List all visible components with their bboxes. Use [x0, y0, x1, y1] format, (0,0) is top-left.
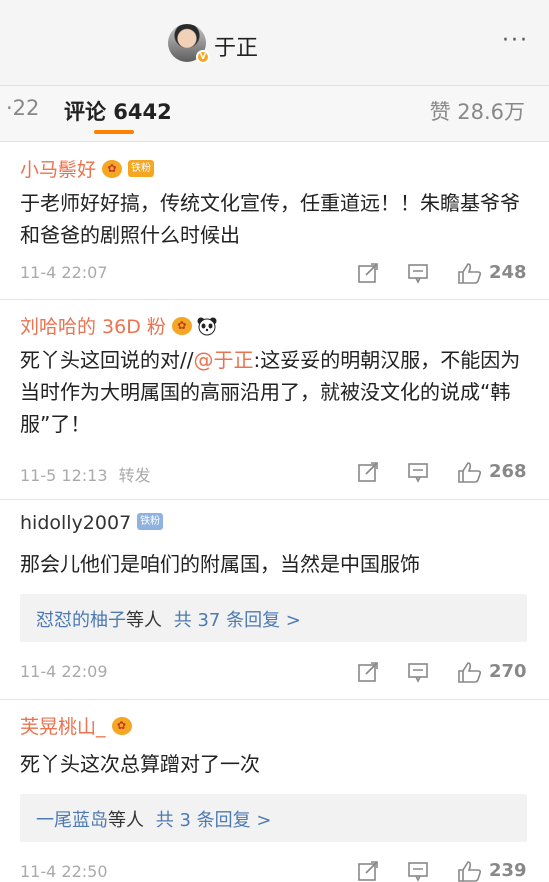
comment-icon[interactable]: [407, 262, 429, 284]
reply-user[interactable]: 一尾蓝岛: [36, 810, 108, 831]
weibo-comment-screen: V 于正 ··· ·22 评论 6442 赞 28.6万 小马鬃好 ✿ 铁粉 于老师…: [0, 0, 549, 882]
like-icon[interactable]: [457, 860, 483, 882]
comment-actions: 239: [357, 860, 527, 882]
reply-user[interactable]: 怼怼的柚子: [36, 610, 126, 631]
comment-text: 那会儿他们是咱们的附属国，当然是中国服饰: [20, 552, 420, 576]
reply-preview-text: 怼怼的柚子等人 共 37 条回复 >: [36, 606, 301, 632]
like-icon[interactable]: [457, 661, 483, 683]
vip-badge-icon: ✿: [102, 159, 123, 178]
reply-preview[interactable]: 怼怼的柚子等人 共 37 条回复 >: [20, 594, 527, 642]
tab-likes[interactable]: 赞 28.6万: [430, 96, 525, 126]
comment-actions: 248: [357, 262, 527, 288]
like-count: 268: [489, 461, 527, 482]
reply-preview[interactable]: 一尾蓝岛等人 共 3 条回复 >: [20, 794, 527, 842]
user-name[interactable]: 于正: [214, 30, 258, 62]
reply-mid: 等人: [108, 810, 144, 831]
comment-author[interactable]: hidolly2007 铁粉: [20, 512, 164, 534]
reply-mid: 等人: [126, 610, 162, 631]
comment-icon[interactable]: [407, 860, 429, 882]
comment-item: hidolly2007 铁粉 那会儿他们是咱们的附属国，当然是中国服饰 怼怼的柚子…: [0, 500, 549, 700]
vip-badge-icon: ✿: [171, 316, 192, 335]
repost-label[interactable]: 转发: [119, 466, 151, 485]
top-bar: V 于正 ···: [0, 0, 549, 86]
comment-text: 死丫头这次总算蹭对了一次: [20, 752, 260, 776]
tab-comments[interactable]: 评论 6442: [64, 96, 172, 126]
like-count: 270: [489, 661, 527, 682]
like-icon[interactable]: [457, 461, 483, 483]
comment-author[interactable]: 小马鬃好 ✿ 铁粉: [20, 155, 155, 182]
repost-icon[interactable]: [357, 461, 379, 483]
user-avatar[interactable]: V: [168, 24, 210, 64]
active-tab-indicator: [94, 130, 134, 134]
comment-time: 11-4 22:50: [20, 862, 108, 881]
tab-reposts[interactable]: ·22: [6, 96, 39, 120]
mention-link[interactable]: @于正: [193, 348, 253, 372]
fan-badge: 铁粉: [128, 160, 155, 177]
panda-icon: [197, 317, 217, 335]
author-name[interactable]: hidolly2007: [20, 512, 131, 534]
like-count: 239: [489, 860, 527, 881]
reply-count-link[interactable]: 共 37 条回复 >: [174, 610, 301, 631]
tab-bar: ·22 评论 6442 赞 28.6万: [0, 86, 549, 142]
like-icon[interactable]: [457, 262, 483, 284]
author-name[interactable]: 小马鬃好: [20, 159, 96, 181]
comment-text: 于老师好好搞，传统文化宣传，任重道远！！朱瞻基爷爷和爸爸的剧照什么时候出: [20, 191, 520, 247]
comment-time: 11-4 22:07: [20, 263, 108, 282]
comment-meta: 11-5 12:13 转发: [20, 462, 151, 486]
comment-text: 死丫头这回说的对//@于正:这妥妥的明朝汉服，不能因为当时作为大明属国的高丽沿用…: [20, 344, 527, 440]
more-options-icon[interactable]: ···: [502, 28, 529, 53]
comment-item: 小马鬃好 ✿ 铁粉 于老师好好搞，传统文化宣传，任重道远！！朱瞻基爷爷和爸爸的剧照什…: [0, 143, 549, 300]
comment-actions: 270: [357, 661, 527, 687]
comment-icon[interactable]: [407, 661, 429, 683]
repost-icon[interactable]: [357, 860, 379, 882]
fan-badge: 铁粉: [137, 513, 164, 530]
comment-author[interactable]: 刘哈哈的 36D 粉 ✿: [20, 312, 218, 339]
reply-preview-text: 一尾蓝岛等人 共 3 条回复 >: [36, 806, 271, 832]
repost-icon[interactable]: [357, 262, 379, 284]
comment-time: 11-5 12:13: [20, 466, 108, 485]
reply-count-link[interactable]: 共 3 条回复 >: [156, 810, 272, 831]
comment-time: 11-4 22:09: [20, 662, 108, 681]
comment-icon[interactable]: [407, 461, 429, 483]
comment-text-part: 死丫头这回说的对//: [20, 348, 194, 372]
repost-icon[interactable]: [357, 661, 379, 683]
author-name[interactable]: 刘哈哈的 36D 粉: [20, 316, 166, 338]
comment-actions: 268: [357, 461, 527, 487]
vip-badge-icon: ✿: [111, 716, 132, 735]
comment-item: 刘哈哈的 36D 粉 ✿ 死丫头这回说的对//@于正:这妥妥的明朝汉服，不能因为当…: [0, 300, 549, 500]
comment-author[interactable]: 芙晃桃山_ ✿: [20, 712, 132, 739]
comment-item: 芙晃桃山_ ✿ 死丫头这次总算蹭对了一次 一尾蓝岛等人 共 3 条回复 > 11-…: [0, 700, 549, 882]
author-name[interactable]: 芙晃桃山_: [20, 716, 106, 738]
like-count: 248: [489, 262, 527, 283]
verified-badge-icon: V: [196, 50, 210, 64]
